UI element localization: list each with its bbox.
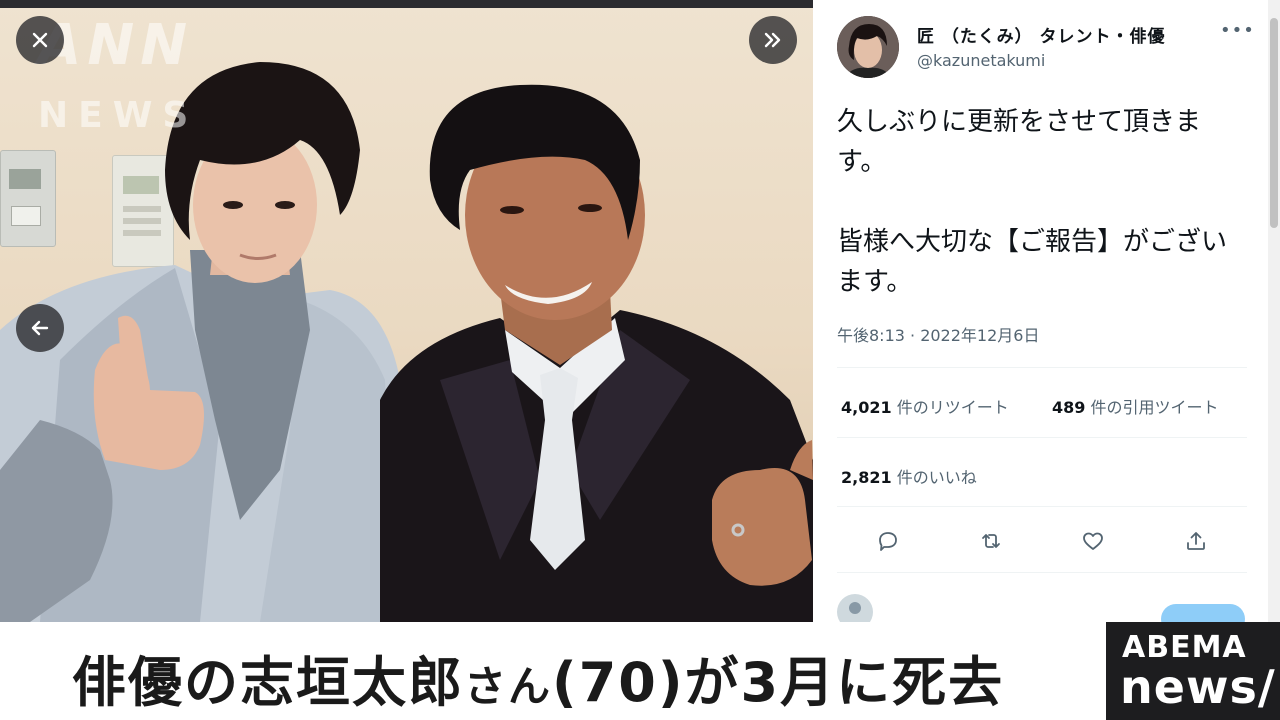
like-icon [1083, 532, 1103, 550]
arrow-left-icon [31, 320, 49, 336]
share-icon [1187, 532, 1205, 550]
share-button[interactable] [1181, 526, 1211, 556]
divider [837, 367, 1247, 368]
double-chevron-right-icon [764, 32, 781, 48]
caption-part-2: さん [464, 662, 553, 711]
caption-part-1: 俳優の志垣太郎 [72, 651, 464, 714]
tweet-photo-viewer: ANN NEWS [0, 0, 813, 622]
like-button[interactable] [1078, 526, 1108, 556]
retweet-icon [982, 534, 1000, 548]
scrollbar[interactable] [1268, 0, 1280, 622]
caption-headline: 俳優の志垣太郎さん(70)が3月に死去 [72, 638, 1004, 717]
retweets-stat[interactable]: 4,021 件のリツイート [841, 394, 1009, 418]
reply-icon [879, 532, 897, 551]
likes-stat[interactable]: 2,821 件のいいね [841, 464, 977, 488]
divider [837, 437, 1247, 438]
tweet-text: 久しぶりに更新をさせて頂きます。 皆様へ大切な【ご報告】がございます。 [837, 107, 1228, 297]
user-handle[interactable]: @kazunetakumi [917, 51, 1045, 70]
logo-line-2: news/ [1120, 660, 1276, 714]
video-frame: ANN NEWS 匠 （たくみ） タレント・俳優 @kazunetakumi •… [0, 0, 1280, 720]
likes-label: 件のいいね [896, 468, 977, 487]
retweet-button[interactable] [976, 526, 1006, 556]
retweets-count: 4,021 [841, 398, 892, 417]
news-caption-bar: 俳優の志垣太郎さん(70)が3月に死去 [0, 622, 1106, 720]
watermark-news: NEWS [38, 95, 199, 136]
expand-panel-button[interactable] [749, 16, 797, 64]
close-button[interactable] [16, 16, 64, 64]
likes-count: 2,821 [841, 468, 892, 487]
scrollbar-thumb[interactable] [1270, 18, 1278, 228]
divider [837, 572, 1247, 573]
more-options-icon[interactable]: ••• [1220, 20, 1255, 41]
avatar[interactable] [837, 16, 899, 78]
abema-news-logo: ABEMA news/ [1106, 622, 1280, 720]
quotes-stat[interactable]: 489 件の引用ツイート [1052, 394, 1219, 418]
caption-part-3: (70)が3月に死去 [552, 651, 1005, 714]
quotes-count: 489 [1052, 398, 1086, 417]
divider [837, 506, 1247, 507]
display-name[interactable]: 匠 （たくみ） タレント・俳優 [917, 22, 1166, 47]
tweet-detail-panel: 匠 （たくみ） タレント・俳優 @kazunetakumi ••• 久しぶりに更… [813, 0, 1280, 634]
tweet-timestamp[interactable]: 午後8:13 · 2022年12月6日 [837, 322, 1039, 346]
retweets-label: 件のリツイート [896, 398, 1009, 417]
reply-button[interactable] [873, 526, 903, 556]
previous-image-button[interactable] [16, 304, 64, 352]
quotes-label: 件の引用ツイート [1090, 398, 1219, 417]
close-icon [32, 32, 48, 48]
